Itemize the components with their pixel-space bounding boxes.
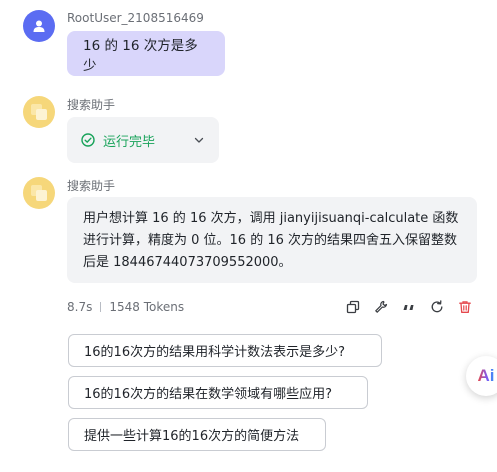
response-time: 8.7s <box>67 300 93 314</box>
user-name: RootUser_2108516469 <box>67 11 204 25</box>
assistant-logo-icon <box>31 185 47 201</box>
assistant-logo-icon <box>31 104 47 120</box>
user-message: 16 的 16 次方是多少 <box>67 31 225 76</box>
assistant-name: 搜索助手 <box>67 98 116 112</box>
user-icon <box>33 20 45 32</box>
suggestion-3[interactable]: 提供一些计算16的16次方的简便方法 <box>68 418 326 451</box>
tool-button[interactable] <box>373 299 389 315</box>
copy-button[interactable] <box>345 299 361 315</box>
suggestion-1[interactable]: 16的16次方的结果用科学计数法表示是多少? <box>68 334 382 367</box>
assistant-name-2: 搜索助手 <box>67 179 116 193</box>
suggestion-2[interactable]: 16的16次方的结果在数学领域有哪些应用? <box>68 376 368 409</box>
delete-button[interactable] <box>457 299 473 315</box>
quote-icon <box>403 305 414 310</box>
regenerate-button[interactable] <box>429 299 445 315</box>
check-circle-icon <box>81 133 95 147</box>
ai-badge-label: Ai <box>477 366 495 385</box>
run-status-label: 运行完毕 <box>103 134 156 150</box>
refresh-icon <box>431 300 443 313</box>
assistant-avatar <box>23 96 55 128</box>
chevron-down-icon[interactable] <box>193 134 205 146</box>
response-meta: 8.7s 1548 Tokens <box>67 300 184 314</box>
ai-assistant-badge[interactable]: Ai <box>466 356 497 396</box>
token-count: 1548 Tokens <box>109 300 185 314</box>
delete-icon <box>459 301 471 313</box>
copy-icon <box>346 300 360 314</box>
assistant-avatar-2 <box>23 177 55 209</box>
run-status-card[interactable]: 运行完毕 <box>67 117 219 163</box>
assistant-answer: 用户想计算 16 的 16 次方，调用 jianyijisuanqi-calcu… <box>67 197 477 283</box>
meta-divider <box>100 302 102 312</box>
tool-icon <box>375 300 388 313</box>
user-avatar <box>23 10 55 42</box>
quote-button[interactable] <box>401 299 417 315</box>
